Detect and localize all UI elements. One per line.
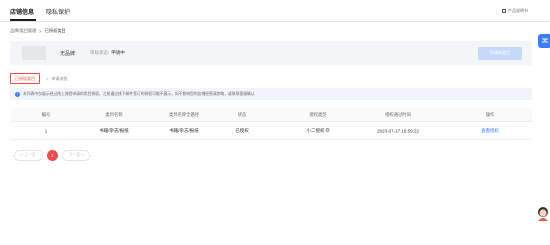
audit-status-label: 审核状态: — [90, 50, 110, 55]
notice-banner: i 本列表中仅展示经过线上流程申请的类目授权，之前通过线下邮件签订的授权可能不展… — [10, 88, 532, 100]
breadcrumb-separator: > — [39, 28, 42, 34]
next-page-button[interactable]: 下一页 > — [61, 150, 91, 161]
active-tab-indicator — [10, 19, 36, 21]
audit-status-value: 申请中 — [111, 50, 125, 55]
row-id: 1 — [44, 128, 48, 133]
row-status: 已授权 — [235, 127, 249, 133]
brand-logo-placeholder — [22, 46, 46, 60]
info-icon: i — [15, 91, 20, 97]
column-header-category-path: 类目名称全路径 — [168, 111, 200, 117]
authorized-category-table: 编号 类目名称 类目名称全路径 状态 授权类型 授权通过时间 操作 1 书籍/杂… — [10, 108, 532, 140]
row-auth-type-label: 小二授权 — [306, 127, 325, 133]
brand-card: 无品牌 审核状态: 申请中 申请新类目 — [10, 41, 532, 65]
chevron-right-icon: > — [46, 76, 49, 81]
row-auth-time: 2023-07-17 16:59:22 — [377, 128, 419, 133]
page-number-current[interactable]: 1 — [46, 150, 58, 161]
brand-audit-status: 审核状态: 申请中 — [90, 50, 125, 56]
category-steps: 已授权类目 > 申请流程 — [10, 73, 67, 84]
brand-name: 无品牌 — [60, 51, 76, 57]
notice-text: 本列表中仅展示经过线上流程申请的类目授权，之前通过线下邮件签订的授权可能不展示，… — [23, 91, 255, 96]
pagination: < 上一页 1 下一页 > — [14, 150, 91, 161]
service-icon: ⌘ — [541, 38, 549, 45]
tab-store-info[interactable]: 店铺信息 — [10, 7, 34, 16]
step-application-process[interactable]: > 申请流程 — [46, 76, 67, 82]
column-header-status: 状态 — [237, 111, 247, 117]
floating-service-button[interactable]: ⌘ — [538, 34, 550, 48]
product-manual-link[interactable]: 产品说明书 — [502, 8, 528, 14]
column-header-auth-time: 授权通过时间 — [385, 111, 411, 117]
row-category-name: 书籍/杂志/报纸 — [99, 127, 129, 133]
book-icon — [502, 8, 506, 14]
question-mark-icon[interactable]: ? — [325, 128, 330, 133]
product-manual-label: 产品说明书 — [508, 8, 528, 13]
view-authorization-link[interactable]: 查看授权 — [481, 128, 499, 134]
step-application-label: 申请流程 — [51, 75, 68, 81]
row-auth-type: 小二授权? — [307, 128, 330, 134]
top-tab-bar: 店铺信息 隐私保护 产品说明书 — [0, 0, 550, 22]
tab-privacy-protection[interactable]: 隐私保护 — [46, 7, 70, 16]
row-category-path: 书籍/杂志/报纸 — [169, 127, 199, 133]
table-row: 1 书籍/杂志/报纸 书籍/杂志/报纸 已授权 小二授权? 2023-07-17… — [10, 122, 532, 140]
column-header-auth-type: 授权类型 — [309, 111, 327, 117]
table-header: 编号 类目名称 类目名称全路径 状态 授权类型 授权通过时间 操作 — [10, 108, 532, 122]
breadcrumb-current: 已授权类目 — [44, 28, 66, 33]
breadcrumb-parent[interactable]: 品牌/类目管理 — [10, 28, 36, 34]
prev-page-button[interactable]: < 上一页 — [14, 150, 43, 161]
step-authorized-categories[interactable]: 已授权类目 — [10, 73, 40, 84]
column-header-id: 编号 — [41, 111, 51, 117]
column-header-action: 操作 — [485, 111, 495, 117]
apply-new-category-button[interactable]: 申请新类目 — [478, 46, 522, 60]
breadcrumb: 品牌/类目管理 > 已授权类目 — [10, 28, 66, 34]
column-header-category-name: 类目名称 — [105, 111, 123, 117]
assistant-avatar-icon[interactable] — [536, 206, 550, 222]
